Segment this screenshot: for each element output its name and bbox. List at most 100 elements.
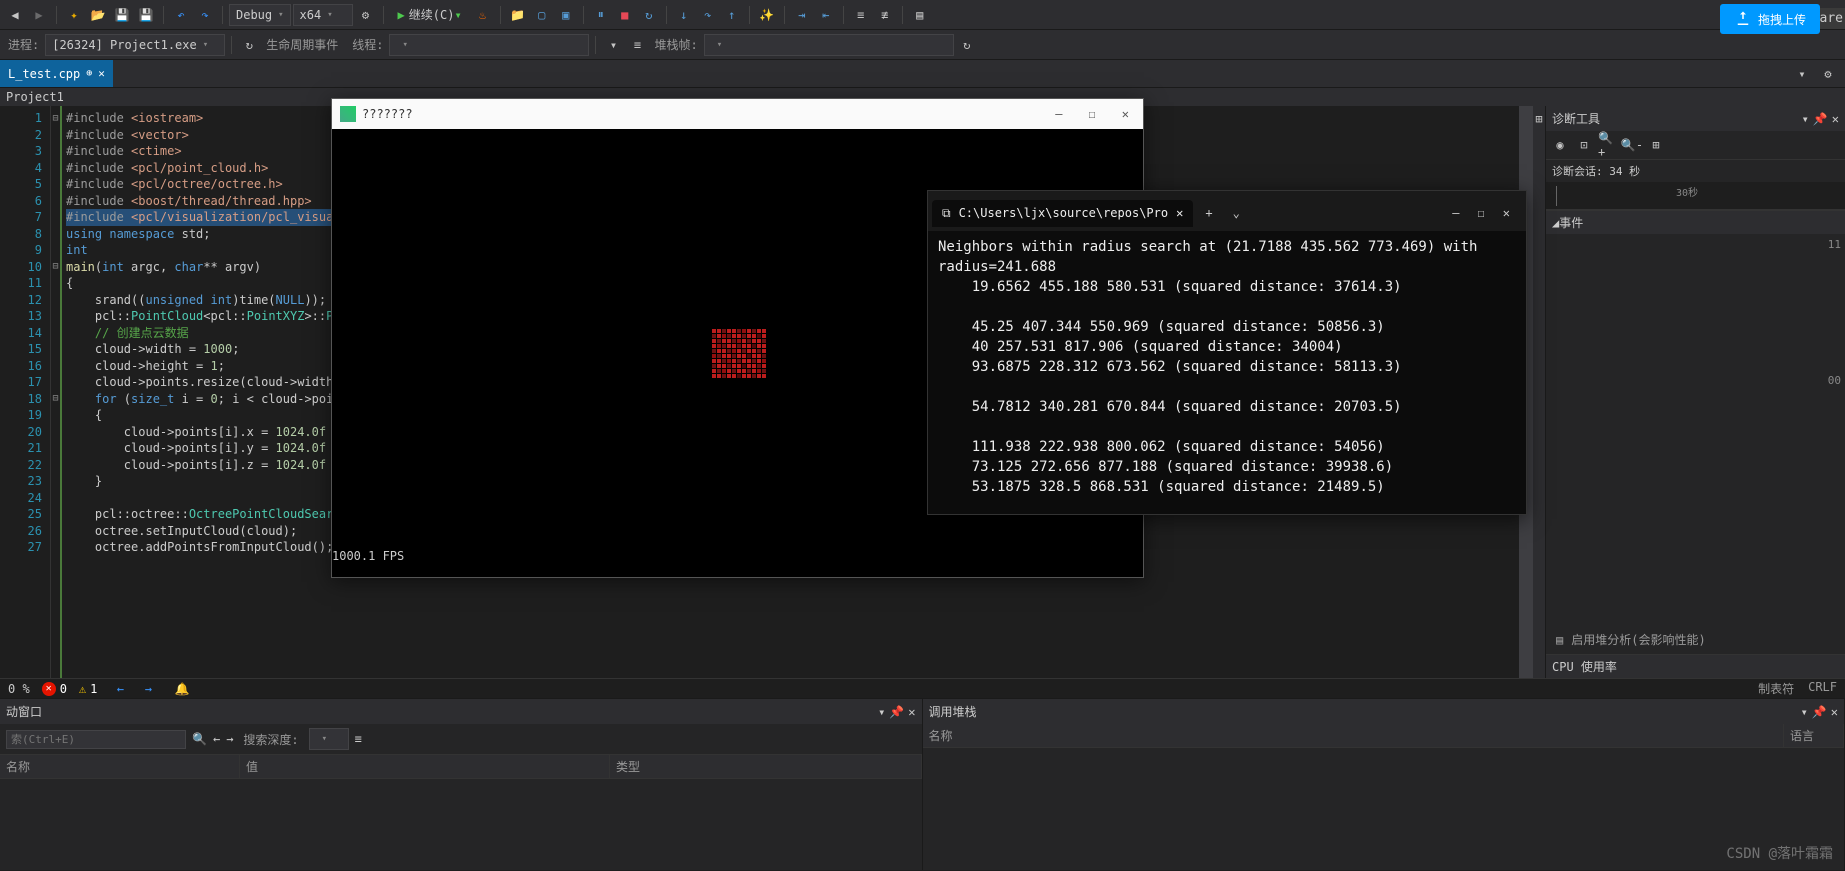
step-over-icon[interactable]: ↷ — [697, 4, 719, 26]
comment-icon[interactable]: ≡ — [850, 4, 872, 26]
indent-icon[interactable]: ⇥ — [791, 4, 813, 26]
filter-icon[interactable]: ▾ — [602, 34, 624, 56]
diag-toolbar: ◉ ⊡ 🔍+ 🔍- ⊞ — [1546, 131, 1845, 160]
stack-refresh-icon[interactable]: ↻ — [956, 34, 978, 56]
hot-reload-icon[interactable]: ♨ — [472, 4, 494, 26]
window2-icon[interactable]: ▣ — [555, 4, 577, 26]
tab-close-icon[interactable]: ✕ — [98, 67, 105, 80]
nav-prev-icon[interactable]: ← — [109, 678, 131, 700]
upload-button[interactable]: 拖拽上传 — [1720, 4, 1820, 34]
nav-next-icon[interactable]: → — [137, 678, 159, 700]
tab-active[interactable]: L_test.cpp ⊕ ✕ — [0, 60, 113, 87]
nav-right-icon[interactable]: → — [226, 732, 233, 746]
continue-button[interactable]: ▶ 继续(C) ▾ — [390, 4, 470, 26]
step-out-icon[interactable]: ↑ — [721, 4, 743, 26]
panel-pin-icon[interactable]: 📌 — [889, 705, 904, 719]
col-lang[interactable]: 语言 — [1784, 724, 1844, 747]
terminal-dropdown-icon[interactable]: ⌄ — [1225, 202, 1248, 224]
save-icon[interactable]: 💾 — [111, 4, 133, 26]
window-icon[interactable]: ▢ — [531, 4, 553, 26]
diag-dropdown-icon[interactable]: ▾ — [1802, 112, 1809, 126]
col-name[interactable]: 名称 — [923, 724, 1785, 747]
warning-count[interactable]: ⚠1 — [79, 682, 97, 696]
panel-pin-icon[interactable]: 📌 — [1812, 705, 1827, 719]
filter2-icon[interactable]: ≡ — [626, 34, 648, 56]
diag-snapshot-icon[interactable]: ⊡ — [1574, 135, 1594, 155]
config-mgr-icon[interactable]: ⚙ — [355, 4, 377, 26]
outdent-icon[interactable]: ⇤ — [815, 4, 837, 26]
main-toolbar: ◀ ▶ ✦ 📂 💾 💾 ↶ ↷ Debug x64 ⚙ ▶ 继续(C) ▾ ♨ … — [0, 0, 1845, 30]
terminal-close-icon[interactable]: ✕ — [1503, 206, 1510, 220]
memory-icon: ▤ — [1556, 633, 1563, 647]
col-value[interactable]: 值 — [240, 755, 610, 778]
diag-cpu-section[interactable]: CPU 使用率 — [1546, 654, 1845, 678]
editor-side-icons[interactable]: ⊞ — [1533, 106, 1545, 678]
undo-icon[interactable]: ↶ — [170, 4, 192, 26]
nav-back-icon[interactable]: ◀ — [4, 4, 26, 26]
options-icon[interactable]: ≡ — [355, 732, 362, 746]
viz-titlebar[interactable]: ??????? — ☐ ✕ — [332, 99, 1143, 129]
terminal-maximize-icon[interactable]: ☐ — [1478, 206, 1485, 220]
zoom-pct[interactable]: 0 % — [8, 682, 30, 696]
split-icon[interactable]: ⊞ — [1528, 108, 1550, 130]
diag-record-icon[interactable]: ◉ — [1550, 135, 1570, 155]
config-dropdown[interactable]: Debug — [229, 4, 291, 26]
nav-left-icon[interactable]: ← — [213, 732, 220, 746]
panel-dropdown-icon[interactable]: ▾ — [878, 705, 885, 719]
notifications-icon[interactable]: 🔔 — [171, 678, 193, 700]
line-ending[interactable]: CRLF — [1808, 680, 1837, 697]
terminal-output[interactable]: Neighbors within radius search at (21.71… — [928, 231, 1526, 503]
tab-mode[interactable]: 制表符 — [1758, 680, 1794, 697]
stackframe-dropdown[interactable] — [704, 34, 954, 56]
diag-heap-item[interactable]: ▤ 启用堆分析(会影响性能) — [1546, 625, 1845, 654]
panel-dropdown-icon[interactable]: ▾ — [1801, 705, 1808, 719]
terminal-tab[interactable]: ⧉ C:\Users\ljx\source\repos\Pro ✕ — [932, 200, 1193, 227]
viz-close-icon[interactable]: ✕ — [1116, 105, 1135, 123]
nav-fwd-icon[interactable]: ▶ — [28, 4, 50, 26]
error-count[interactable]: ✕0 — [42, 682, 67, 696]
depth-dropdown[interactable] — [309, 728, 349, 750]
stop-icon[interactable]: ■ — [614, 4, 636, 26]
col-name[interactable]: 名称 — [0, 755, 240, 778]
thread-dropdown[interactable] — [389, 34, 589, 56]
uncomment-icon[interactable]: ≢ — [874, 4, 896, 26]
spark-icon[interactable]: ✨ — [756, 4, 778, 26]
diag-events-section[interactable]: ◢事件 — [1546, 210, 1845, 234]
diag-zoomin-icon[interactable]: 🔍+ — [1598, 135, 1618, 155]
tab-settings-icon[interactable]: ⚙ — [1817, 63, 1839, 85]
save-all-icon[interactable]: 💾 — [135, 4, 157, 26]
terminal-window[interactable]: ⧉ C:\Users\ljx\source\repos\Pro ✕ + ⌄ — … — [927, 190, 1527, 515]
platform-dropdown[interactable]: x64 — [293, 4, 353, 26]
fold-gutter[interactable]: ⊟⊟⊟ — [50, 106, 62, 678]
process-dropdown[interactable]: [26324] Project1.exe — [45, 34, 225, 56]
diag-close-icon[interactable]: ✕ — [1832, 112, 1839, 126]
terminal-new-tab-icon[interactable]: + — [1197, 202, 1220, 224]
diag-zoomout-icon[interactable]: 🔍- — [1622, 135, 1642, 155]
depth-label: 搜索深度: — [239, 731, 302, 748]
search-icon[interactable]: 🔍 — [192, 732, 207, 746]
diag-reset-icon[interactable]: ⊞ — [1646, 135, 1666, 155]
callstack-body[interactable] — [923, 748, 1845, 870]
panel-close-icon[interactable]: ✕ — [908, 705, 915, 719]
pause-icon[interactable]: ⏸ — [590, 4, 612, 26]
col-type[interactable]: 类型 — [610, 755, 922, 778]
bookmark-icon[interactable]: ▤ — [909, 4, 931, 26]
panel-close-icon[interactable]: ✕ — [1831, 705, 1838, 719]
terminal-tab-close-icon[interactable]: ✕ — [1176, 206, 1183, 220]
folder-icon[interactable]: 📁 — [507, 4, 529, 26]
viz-minimize-icon[interactable]: — — [1049, 105, 1068, 123]
new-project-icon[interactable]: ✦ — [63, 4, 85, 26]
tabs-overflow-icon[interactable]: ▾ — [1791, 63, 1813, 85]
redo-icon[interactable]: ↷ — [194, 4, 216, 26]
lifecycle-icon[interactable]: ↻ — [238, 34, 260, 56]
terminal-minimize-icon[interactable]: — — [1452, 206, 1459, 220]
viz-maximize-icon[interactable]: ☐ — [1083, 105, 1102, 123]
diag-pin-icon[interactable]: 📌 — [1813, 112, 1828, 126]
open-icon[interactable]: 📂 — [87, 4, 109, 26]
restart-icon[interactable]: ↻ — [638, 4, 660, 26]
autos-body[interactable] — [0, 779, 922, 870]
diag-timeline[interactable]: 30秒 — [1546, 182, 1845, 210]
autos-search-input[interactable] — [6, 730, 186, 749]
step-into-icon[interactable]: ↓ — [673, 4, 695, 26]
pin-icon[interactable]: ⊕ — [86, 68, 92, 79]
